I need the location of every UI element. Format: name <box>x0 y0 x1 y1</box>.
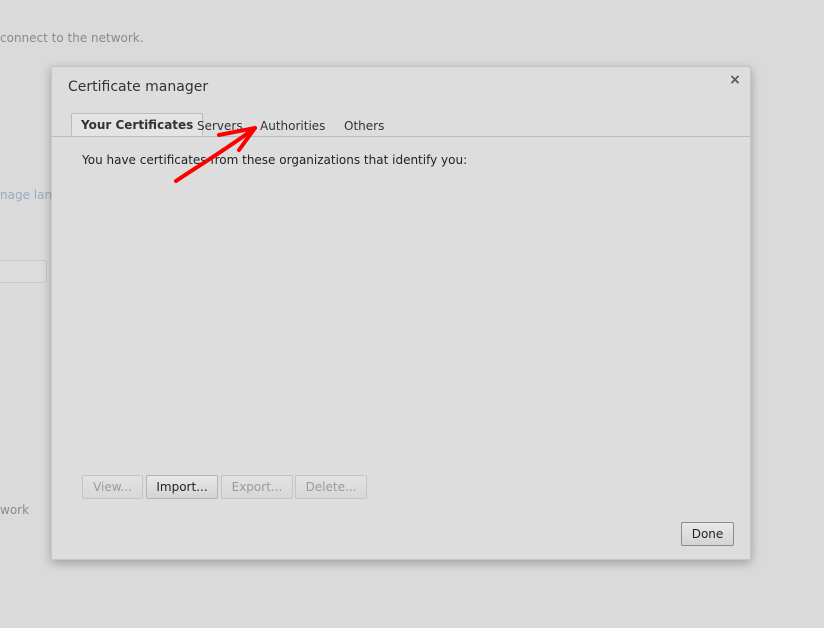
tab-others[interactable]: Others <box>335 117 393 136</box>
background-input-field[interactable] <box>0 260 47 283</box>
delete-button[interactable]: Delete... <box>295 475 367 499</box>
network-section-text: work <box>0 503 30 517</box>
view-button[interactable]: View... <box>82 475 143 499</box>
tab-servers[interactable]: Servers <box>188 117 252 136</box>
network-status-text: connect to the network. <box>0 31 144 45</box>
tab-your-certificates[interactable]: Your Certificates <box>71 113 204 136</box>
certificates-description: You have certificates from these organiz… <box>82 153 468 167</box>
dialog-title: Certificate manager <box>68 79 209 95</box>
done-button[interactable]: Done <box>681 522 734 546</box>
close-icon[interactable]: × <box>728 73 742 87</box>
tab-strip: Your Certificates Servers Authorities Ot… <box>52 113 750 137</box>
certificate-manager-dialog: Certificate manager × Your Certificates … <box>51 66 751 560</box>
export-button[interactable]: Export... <box>221 475 293 499</box>
tab-authorities[interactable]: Authorities <box>251 117 334 136</box>
import-button[interactable]: Import... <box>146 475 218 499</box>
